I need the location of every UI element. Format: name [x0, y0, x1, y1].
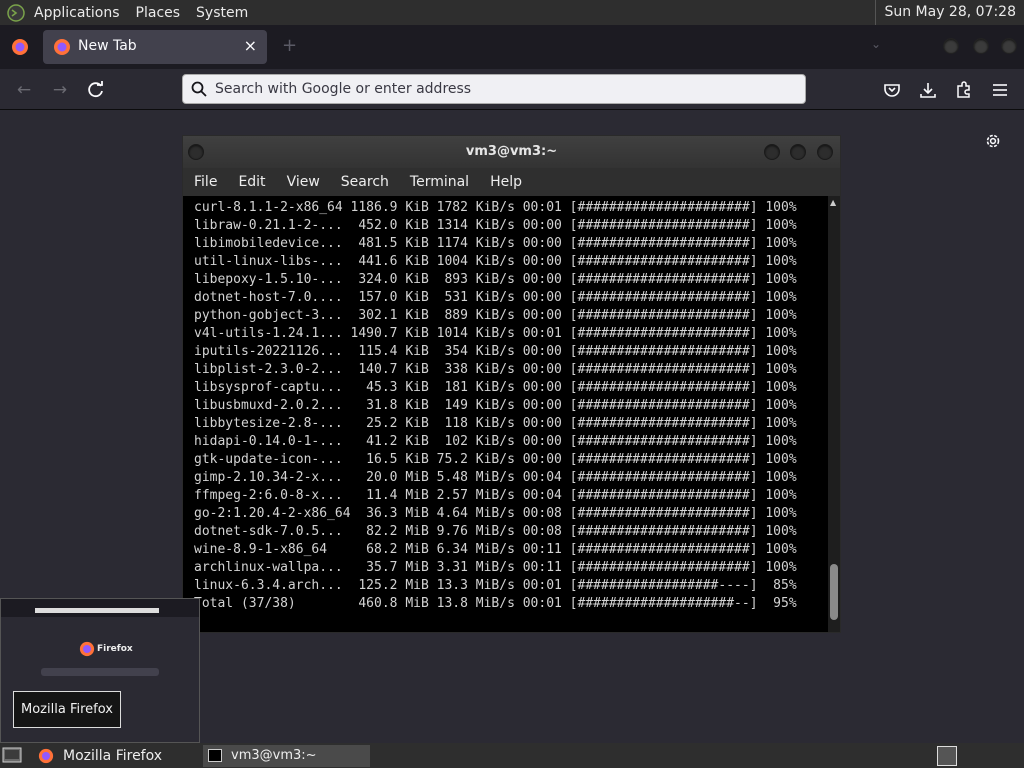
terminal-row: dotnet-host-7.0.... 157.0 KiB 531 KiB/s …	[194, 290, 797, 305]
terminal-title-bar[interactable]: vm3@vm3:~	[183, 136, 840, 168]
terminal-row: libusbmuxd-2.0.2... 31.8 KiB 149 KiB/s 0…	[194, 398, 797, 413]
forward-icon[interactable]: →	[50, 80, 70, 100]
terminal-row: hidapi-0.14.0-1-... 41.2 KiB 102 KiB/s 0…	[194, 434, 797, 449]
bottom-panel: Mozilla Firefox vm3@vm3:~	[0, 743, 1024, 768]
top-panel: Applications Places System Sun May 28, 0…	[0, 0, 1024, 25]
terminal-row: Total (37/38) 460.8 MiB 13.8 MiB/s 00:01…	[194, 596, 797, 611]
pocket-icon[interactable]	[882, 80, 902, 100]
terminal-row: iputils-20221126... 115.4 KiB 354 KiB/s …	[194, 344, 797, 359]
search-icon	[191, 81, 207, 97]
terminal-row: linux-6.3.4.arch... 125.2 MiB 13.3 MiB/s…	[194, 578, 797, 593]
taskbar-terminal-label: vm3@vm3:~	[231, 748, 317, 763]
terminal-row: libimobiledevice... 481.5 KiB 1174 KiB/s…	[194, 236, 797, 251]
terminal-row: wine-8.9-1-x86_64 68.2 MiB 6.34 MiB/s 00…	[194, 542, 797, 557]
terminal-row: gtk-update-icon-... 16.5 KiB 75.2 KiB/s …	[194, 452, 797, 467]
menu-view[interactable]: View	[287, 174, 320, 190]
terminal-row: curl-8.1.1-2-x86_64 1186.9 KiB 1782 KiB/…	[194, 200, 797, 215]
close-window-button[interactable]	[817, 144, 833, 160]
terminal-row: dotnet-sdk-7.0.5... 82.2 MiB 9.76 MiB/s …	[194, 524, 797, 539]
firefox-icon	[79, 641, 95, 657]
back-icon[interactable]: ←	[14, 80, 34, 100]
scroll-up-icon[interactable]: ▲	[830, 198, 836, 207]
terminal-output[interactable]: curl-8.1.1-2-x86_64 1186.9 KiB 1782 KiB/…	[183, 196, 828, 632]
close-icon[interactable]: ×	[244, 36, 257, 55]
maximize-button[interactable]	[790, 144, 806, 160]
terminal-menu-bar: File Edit View Search Terminal Help	[183, 168, 840, 196]
taskbar-terminal[interactable]: vm3@vm3:~	[203, 745, 370, 767]
terminal-row: python-gobject-3... 302.1 KiB 889 KiB/s …	[194, 308, 797, 323]
menu-help[interactable]: Help	[490, 174, 522, 190]
terminal-row: archlinux-wallpa... 35.7 MiB 3.31 MiB/s …	[194, 560, 797, 575]
preview-brand: Firefox	[97, 644, 133, 654]
preview-search	[41, 668, 159, 676]
terminal-row: libbytesize-2.8-... 25.2 KiB 118 KiB/s 0…	[194, 416, 797, 431]
address-input[interactable]	[215, 79, 795, 99]
window-menu-button[interactable]	[188, 144, 204, 160]
terminal-row: libsysprof-captu... 45.3 KiB 181 KiB/s 0…	[194, 380, 797, 395]
applications-menu[interactable]: Applications	[34, 5, 120, 21]
taskbar-firefox-label: Mozilla Firefox	[63, 748, 163, 764]
terminal-title: vm3@vm3:~	[465, 144, 558, 159]
new-tab-button[interactable]: +	[282, 35, 297, 56]
terminal-row: go-2:1.20.4-2-x86_64 36.3 MiB 4.64 MiB/s…	[194, 506, 797, 521]
reload-icon[interactable]	[86, 80, 106, 100]
firefox-tab-bar: New Tab × + ⌄	[0, 25, 1024, 69]
taskbar-tooltip: Mozilla Firefox	[13, 691, 121, 728]
menu-edit[interactable]: Edit	[238, 174, 265, 190]
taskbar-firefox[interactable]: Mozilla Firefox	[30, 745, 198, 767]
terminal-row: gimp-2.10.34-2-x... 20.0 MiB 5.48 MiB/s …	[194, 470, 797, 485]
terminal-window[interactable]: vm3@vm3:~ File Edit View Search Terminal…	[182, 135, 841, 633]
minimize-button[interactable]	[943, 38, 959, 54]
system-menu[interactable]: System	[196, 5, 248, 21]
desktop-icon[interactable]	[2, 747, 22, 763]
url-bar[interactable]	[182, 74, 806, 104]
terminal-row: v4l-utils-1.24.1... 1490.7 KiB 1014 KiB/…	[194, 326, 797, 341]
chevron-down-icon[interactable]: ⌄	[871, 37, 881, 51]
menu-search[interactable]: Search	[341, 174, 389, 190]
minimize-button[interactable]	[764, 144, 780, 160]
maximize-button[interactable]	[973, 38, 989, 54]
tab-new-tab[interactable]: New Tab ×	[43, 30, 267, 64]
download-icon[interactable]	[918, 80, 938, 100]
firefox-icon	[38, 748, 54, 764]
firefox-nav-bar: ← →	[0, 69, 1024, 110]
panel-clock[interactable]: Sun May 28, 07:28	[875, 0, 1024, 25]
terminal-row: libplist-2.3.0-2... 140.7 KiB 338 KiB/s …	[194, 362, 797, 377]
preview-url-bar	[35, 608, 159, 613]
terminal-row: util-linux-libs-... 441.6 KiB 1004 KiB/s…	[194, 254, 797, 269]
terminal-scrollbar[interactable]: ▲	[828, 196, 840, 632]
extensions-icon[interactable]	[954, 80, 974, 100]
terminal-row: ffmpeg-2:6.0-8-x... 11.4 MiB 2.57 MiB/s …	[194, 488, 797, 503]
menu-file[interactable]: File	[194, 174, 217, 190]
terminal-row: libraw-0.21.1-2-... 452.0 KiB 1314 KiB/s…	[194, 218, 797, 233]
tab-label: New Tab	[78, 38, 137, 54]
workspace-switcher[interactable]	[937, 746, 957, 766]
menu-terminal[interactable]: Terminal	[410, 174, 469, 190]
close-window-button[interactable]	[1001, 38, 1017, 54]
places-menu[interactable]: Places	[136, 5, 181, 21]
terminal-icon	[208, 749, 222, 762]
firefox-view-icon[interactable]	[11, 38, 29, 56]
firefox-icon	[54, 39, 70, 55]
gear-icon[interactable]	[984, 132, 1002, 150]
mate-logo-icon[interactable]	[7, 3, 25, 22]
menu-icon[interactable]	[990, 80, 1010, 100]
scrollbar-thumb[interactable]	[830, 564, 838, 620]
terminal-row: libepoxy-1.5.10-... 324.0 KiB 893 KiB/s …	[194, 272, 797, 287]
